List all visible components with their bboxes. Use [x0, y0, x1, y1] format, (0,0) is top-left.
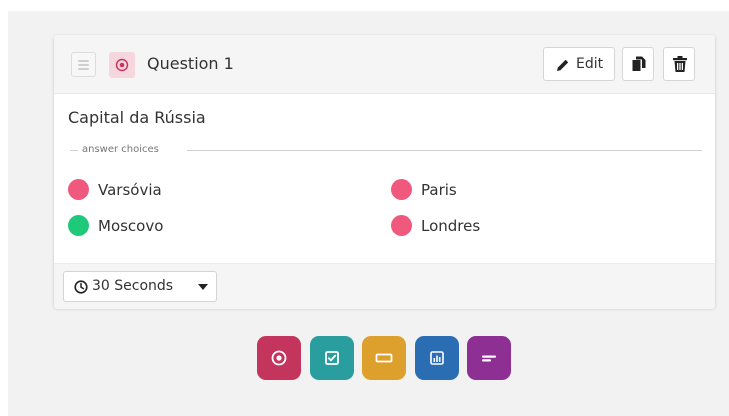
answer-choice-label: Varsóvia — [98, 181, 162, 199]
input-box-icon — [375, 353, 393, 363]
question-card-header: Question 1 Edit — [54, 35, 715, 94]
question-text: Capital da Rússia — [68, 108, 206, 127]
pencil-icon — [557, 59, 569, 71]
copy-icon — [632, 56, 646, 71]
add-multiple-choice-button[interactable] — [310, 336, 354, 380]
incorrect-marker-icon — [68, 179, 89, 200]
question-card: Question 1 Edit Capital da Rússia answer… — [54, 35, 715, 309]
time-limit-value: 30 Seconds — [92, 278, 174, 294]
answer-choice-label: Paris — [421, 181, 457, 199]
copy-button[interactable] — [622, 47, 654, 81]
add-text-answer-button[interactable] — [362, 336, 406, 380]
delete-button[interactable] — [663, 47, 695, 81]
drag-handle-icon[interactable] — [71, 52, 96, 77]
answer-choices-legend: answer choices — [82, 144, 159, 155]
add-poll-button[interactable] — [415, 336, 459, 380]
answer-choice-label: Moscovo — [98, 217, 164, 235]
answer-choice-label: Londres — [421, 217, 481, 235]
add-open-ended-button[interactable] — [467, 336, 511, 380]
caret-down-icon — [198, 284, 208, 290]
checkbox-icon — [325, 351, 339, 365]
bar-chart-icon — [430, 351, 444, 365]
edit-button-label: Edit — [576, 56, 604, 72]
question-card-footer: 30 Seconds — [54, 263, 715, 309]
divider — [187, 150, 702, 151]
edit-button[interactable]: Edit — [543, 47, 615, 81]
clock-icon — [74, 280, 88, 294]
trash-icon — [673, 56, 687, 72]
time-limit-select[interactable]: 30 Seconds — [63, 271, 217, 302]
radio-icon — [271, 350, 287, 366]
text-lines-icon — [482, 355, 496, 362]
divider — [70, 150, 78, 151]
correct-marker-icon — [68, 215, 89, 236]
add-single-choice-button[interactable] — [257, 336, 301, 380]
radio-icon — [109, 52, 135, 78]
incorrect-marker-icon — [391, 179, 412, 200]
question-title: Question 1 — [147, 54, 234, 73]
incorrect-marker-icon — [391, 215, 412, 236]
